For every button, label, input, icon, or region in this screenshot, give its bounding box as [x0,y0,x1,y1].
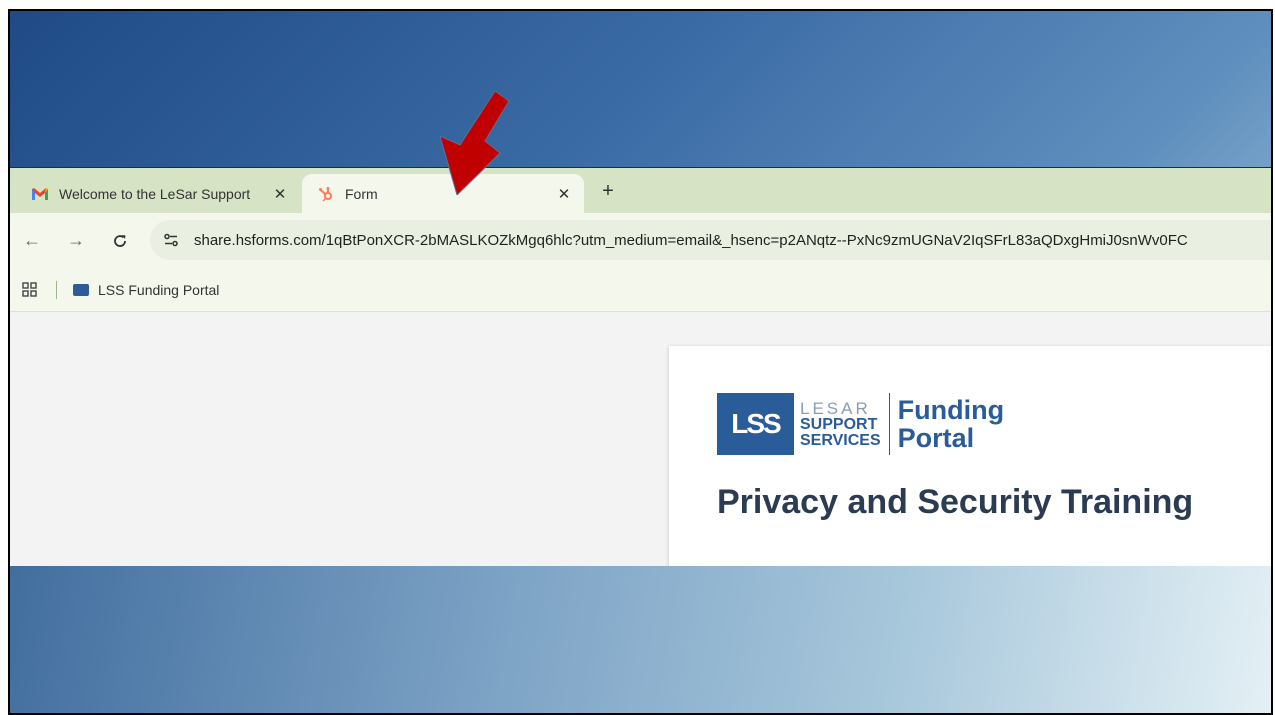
logo-wordmark: LESAR SUPPORT SERVICES [800,400,881,449]
lss-funding-portal-logo: LSS LESAR SUPPORT SERVICES Funding Porta… [717,392,1004,456]
page-content: LSS LESAR SUPPORT SERVICES Funding Porta… [10,312,1271,566]
close-icon[interactable]: ✕ [554,185,574,203]
reload-button[interactable] [106,227,134,255]
bookmark-lss-funding-portal[interactable]: LSS Funding Portal [73,282,219,298]
page-title: Privacy and Security Training [717,483,1194,521]
back-button[interactable]: ← [18,227,46,255]
gmail-icon [30,186,50,202]
bookmark-divider [56,280,57,299]
logo-portal-text: Funding Portal [897,394,1005,453]
logo-word-support: SUPPORT [800,415,878,433]
new-tab-button[interactable]: + [596,180,620,203]
toolbar: ← → share.hsforms.com/1qBtPonXCR-2bMASLK… [10,213,1271,268]
logo-word-services: SERVICES [800,431,881,449]
tab-strip: Welcome to the LeSar Support ✕ Form ✕ + [10,168,1271,213]
close-icon[interactable]: ✕ [270,185,290,203]
bookmarks-bar: LSS Funding Portal [10,268,1271,312]
forward-button[interactable]: → [62,227,90,255]
tab-title: Welcome to the LeSar Support [59,185,251,202]
reload-icon [114,234,126,247]
bookmark-label: LSS Funding Portal [98,281,220,298]
red-arrow-icon [439,91,510,195]
slide-frame: Welcome to the LeSar Support ✕ Form ✕ + … [8,9,1273,715]
logo-divider [888,393,890,455]
apps-grid-icon[interactable] [22,281,38,298]
tab-welcome[interactable]: Welcome to the LeSar Support ✕ [20,174,300,213]
form-card: LSS LESAR SUPPORT SERVICES Funding Porta… [669,346,1271,566]
logo-word-portal: Portal [897,423,975,453]
slide-background-band [10,566,1271,713]
hubspot-icon [316,186,336,202]
logo-mark: LSS [717,393,794,455]
browser-window: Welcome to the LeSar Support ✕ Form ✕ + … [10,167,1271,567]
address-bar[interactable]: share.hsforms.com/1qBtPonXCR-2bMASLKOZkM… [150,220,1271,260]
url-text: share.hsforms.com/1qBtPonXCR-2bMASLKOZkM… [194,231,1188,249]
lss-favicon-icon [73,283,89,296]
site-settings-icon[interactable] [158,227,184,253]
logo-word-funding: Funding [897,394,1005,425]
logo-word-lesar: LESAR [800,398,871,418]
